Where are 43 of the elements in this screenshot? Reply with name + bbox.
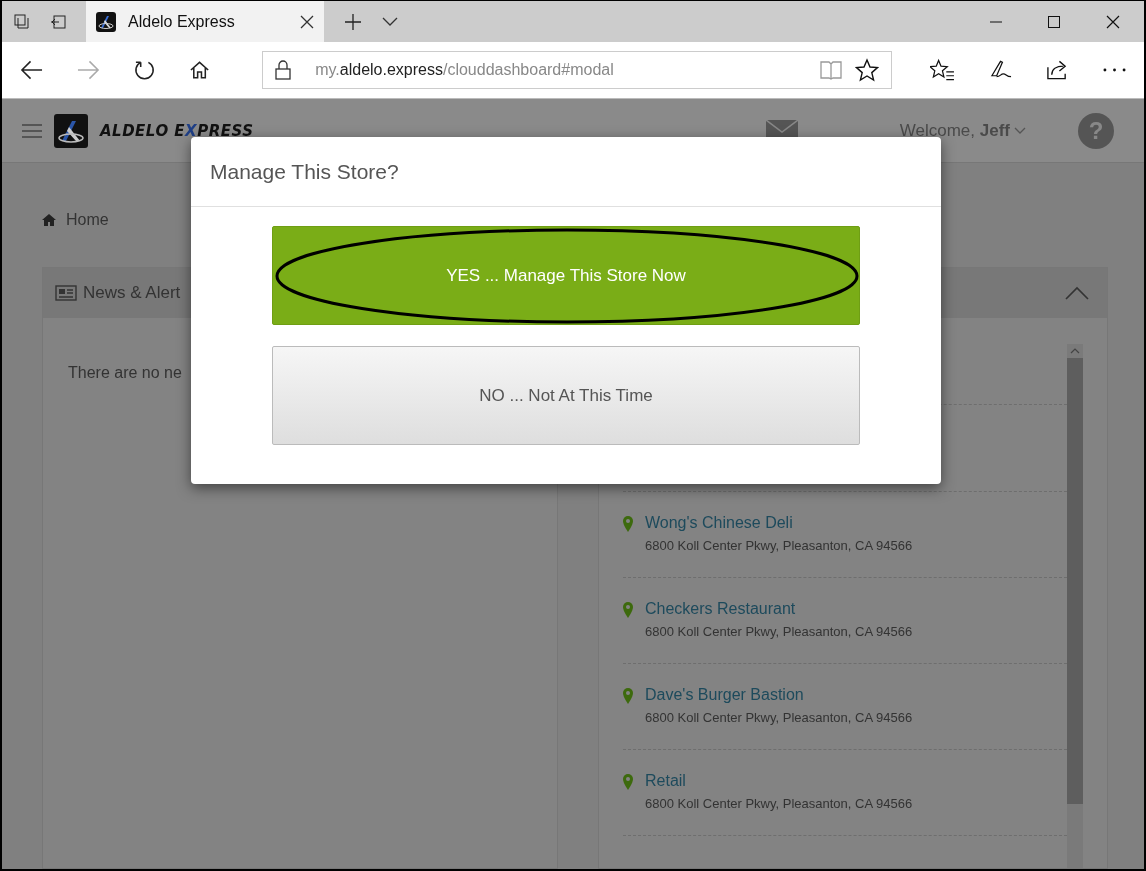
store-address: 6800 Koll Center Pkwy, Pleasanton, CA 94566: [645, 624, 913, 639]
close-tab-icon[interactable]: [300, 14, 314, 29]
share-icon[interactable]: [1046, 59, 1069, 81]
map-pin-icon: [623, 602, 633, 618]
store-link[interactable]: Checkers Restaurant: [645, 600, 913, 618]
store-address: 6800 Koll Center Pkwy, Pleasanton, CA 94566: [645, 538, 913, 553]
newspaper-icon: [55, 285, 77, 301]
minimize-icon[interactable]: [990, 20, 1002, 23]
map-pin-icon: [623, 774, 633, 790]
app-logo-icon: [96, 11, 116, 32]
brand-logo-icon: [54, 113, 88, 148]
refresh-icon[interactable]: [134, 59, 156, 81]
store-link[interactable]: Retail: [645, 772, 913, 790]
lock-icon: [275, 60, 292, 80]
modal-title: Manage This Store?: [191, 137, 941, 207]
more-icon[interactable]: [1103, 68, 1126, 72]
star-icon[interactable]: [855, 58, 880, 82]
store-address: 6800 Koll Center Pkwy, Pleasanton, CA 94566: [645, 710, 913, 725]
store-link[interactable]: Wong's Chinese Deli: [645, 514, 913, 532]
new-tab-icon[interactable]: [344, 12, 362, 31]
tabs-icon[interactable]: [14, 13, 30, 30]
breadcrumb-link[interactable]: Home: [66, 211, 109, 229]
collapse-icon[interactable]: [1065, 286, 1089, 300]
chevron-down-icon[interactable]: [382, 16, 398, 27]
back-icon[interactable]: [20, 60, 43, 80]
panel-title: News & Alert: [83, 283, 181, 303]
browser-tab[interactable]: Aldelo Express: [86, 1, 324, 42]
decline-button[interactable]: NO ... Not At This Time: [272, 346, 860, 445]
map-pin-icon: [623, 516, 633, 532]
store-link[interactable]: Dave's Burger Bastion: [645, 686, 913, 704]
confirm-button[interactable]: YES ... Manage This Store Now: [272, 226, 860, 325]
set-aside-tabs-icon[interactable]: [50, 14, 66, 29]
address-field[interactable]: my.aldelo.express/clouddashboard#modal: [262, 51, 893, 89]
store-address: 6800 Koll Center Pkwy, Pleasanton, CA 94566: [645, 796, 913, 811]
favorites-icon[interactable]: [930, 58, 955, 82]
help-button[interactable]: ?: [1078, 112, 1114, 149]
maximize-icon[interactable]: [1048, 15, 1060, 28]
news-message: There are no ne: [67, 363, 183, 382]
home-icon[interactable]: [189, 60, 211, 80]
brand-name: ALDELO EXPRESS: [100, 121, 254, 140]
scrollbar[interactable]: [1067, 344, 1083, 868]
close-icon[interactable]: [1106, 14, 1120, 29]
map-pin-icon: [623, 688, 633, 704]
